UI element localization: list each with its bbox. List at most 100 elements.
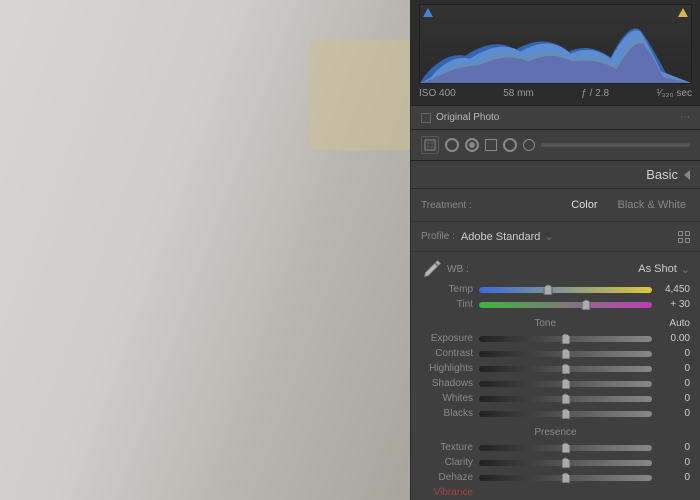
contrast-thumb[interactable] bbox=[561, 348, 570, 359]
shadow-clip-icon[interactable] bbox=[423, 8, 433, 17]
clarity-value[interactable]: 0 bbox=[658, 457, 690, 468]
whites-value[interactable]: 0 bbox=[658, 393, 690, 404]
crop-tool-icon[interactable] bbox=[421, 136, 439, 154]
panel-options-icon[interactable]: ⋯ bbox=[680, 112, 690, 123]
shadows-value[interactable]: 0 bbox=[658, 378, 690, 389]
highlights-value[interactable]: 0 bbox=[658, 363, 690, 374]
profile-row: Profile : Adobe Standard ⌄ bbox=[411, 222, 700, 252]
highlights-thumb[interactable] bbox=[561, 363, 570, 374]
clarity-row: Clarity 0 bbox=[411, 455, 700, 470]
profile-browser-icon[interactable] bbox=[678, 231, 690, 243]
photo-wall-accent bbox=[310, 40, 410, 150]
temp-row: Temp 4,450 bbox=[411, 282, 700, 297]
original-photo-checkbox[interactable] bbox=[421, 113, 431, 123]
wb-label: WB : bbox=[447, 264, 469, 275]
treatment-label: Treatment : bbox=[421, 200, 472, 211]
wb-value[interactable]: As Shot bbox=[638, 263, 677, 275]
exposure-thumb[interactable] bbox=[561, 333, 570, 344]
tint-label: Tint bbox=[421, 299, 473, 310]
meta-aperture: ƒ / 2.8 bbox=[581, 88, 609, 99]
temp-label: Temp bbox=[421, 284, 473, 295]
dehaze-thumb[interactable] bbox=[561, 472, 570, 483]
tint-thumb[interactable] bbox=[582, 299, 591, 310]
shadows-slider[interactable] bbox=[479, 381, 652, 387]
presence-label: Presence bbox=[534, 427, 576, 438]
shadows-thumb[interactable] bbox=[561, 378, 570, 389]
meta-shutter: ¹⁄₃₂₀ sec bbox=[657, 88, 692, 99]
whites-slider[interactable] bbox=[479, 396, 652, 402]
meta-focal: 58 mm bbox=[503, 88, 534, 99]
exposure-label: Exposure bbox=[421, 333, 473, 344]
dehaze-value[interactable]: 0 bbox=[658, 472, 690, 483]
texture-value[interactable]: 0 bbox=[658, 442, 690, 453]
texture-thumb[interactable] bbox=[561, 442, 570, 453]
histogram[interactable] bbox=[419, 4, 692, 84]
tint-row: Tint + 30 bbox=[411, 297, 700, 312]
clarity-label: Clarity bbox=[421, 457, 473, 468]
highlights-slider[interactable] bbox=[479, 366, 652, 372]
metadata-row: ISO 400 58 mm ƒ / 2.8 ¹⁄₃₂₀ sec bbox=[419, 88, 692, 99]
contrast-label: Contrast bbox=[421, 348, 473, 359]
auto-button[interactable]: Auto bbox=[669, 318, 690, 329]
contrast-value[interactable]: 0 bbox=[658, 348, 690, 359]
redeye-tool-icon[interactable] bbox=[465, 138, 479, 152]
profile-dropdown-icon[interactable]: ⌄ bbox=[544, 230, 553, 243]
highlights-row: Highlights 0 bbox=[411, 361, 700, 376]
shadows-row: Shadows 0 bbox=[411, 376, 700, 391]
presence-header: Presence bbox=[411, 421, 700, 440]
blacks-value[interactable]: 0 bbox=[658, 408, 690, 419]
profile-label: Profile : bbox=[421, 231, 455, 242]
basic-title: Basic bbox=[646, 167, 678, 182]
tint-value[interactable]: + 30 bbox=[658, 299, 690, 310]
profile-name[interactable]: Adobe Standard bbox=[461, 231, 541, 243]
whites-row: Whites 0 bbox=[411, 391, 700, 406]
eyedropper-icon[interactable] bbox=[421, 258, 443, 280]
meta-iso: ISO 400 bbox=[419, 88, 456, 99]
original-photo-row: Original Photo ⋯ bbox=[411, 106, 700, 130]
mask-slider[interactable] bbox=[541, 143, 690, 147]
treatment-color[interactable]: Color bbox=[567, 197, 601, 213]
adjust-toolbar bbox=[411, 130, 700, 161]
tone-header: Tone Auto bbox=[411, 312, 700, 331]
tint-slider[interactable] bbox=[479, 302, 652, 308]
photo-preview[interactable] bbox=[0, 0, 410, 500]
dehaze-slider[interactable] bbox=[479, 475, 652, 481]
highlight-clip-icon[interactable] bbox=[678, 8, 688, 17]
temp-value[interactable]: 4,450 bbox=[658, 284, 690, 295]
texture-label: Texture bbox=[421, 442, 473, 453]
vibrance-row: Vibrance bbox=[411, 485, 700, 500]
vibrance-label: Vibrance bbox=[421, 487, 473, 498]
histogram-section: ISO 400 58 mm ƒ / 2.8 ¹⁄₃₂₀ sec bbox=[411, 0, 700, 106]
contrast-slider[interactable] bbox=[479, 351, 652, 357]
grad-filter-icon[interactable] bbox=[485, 139, 497, 151]
texture-row: Texture 0 bbox=[411, 440, 700, 455]
dehaze-row: Dehaze 0 bbox=[411, 470, 700, 485]
wb-section: WB : As Shot ⌄ bbox=[411, 252, 700, 282]
dehaze-label: Dehaze bbox=[421, 472, 473, 483]
temp-thumb[interactable] bbox=[544, 284, 553, 295]
wb-dropdown-icon[interactable]: ⌄ bbox=[681, 263, 690, 276]
exposure-value[interactable]: 0.00 bbox=[658, 333, 690, 344]
original-photo-label: Original Photo bbox=[436, 112, 499, 123]
whites-thumb[interactable] bbox=[561, 393, 570, 404]
radial-filter-icon[interactable] bbox=[503, 138, 517, 152]
develop-panel: ISO 400 58 mm ƒ / 2.8 ¹⁄₃₂₀ sec Original… bbox=[410, 0, 700, 500]
spot-tool-icon[interactable] bbox=[445, 138, 459, 152]
whites-label: Whites bbox=[421, 393, 473, 404]
treatment-row: Treatment : Color Black & White bbox=[411, 189, 700, 222]
blacks-label: Blacks bbox=[421, 408, 473, 419]
disclosure-icon bbox=[684, 170, 690, 180]
exposure-slider[interactable] bbox=[479, 336, 652, 342]
contrast-row: Contrast 0 bbox=[411, 346, 700, 361]
brush-tool-icon[interactable] bbox=[523, 139, 535, 151]
clarity-slider[interactable] bbox=[479, 460, 652, 466]
texture-slider[interactable] bbox=[479, 445, 652, 451]
temp-slider[interactable] bbox=[479, 287, 652, 293]
blacks-row: Blacks 0 bbox=[411, 406, 700, 421]
clarity-thumb[interactable] bbox=[561, 457, 570, 468]
blacks-slider[interactable] bbox=[479, 411, 652, 417]
highlights-label: Highlights bbox=[421, 363, 473, 374]
basic-section-header[interactable]: Basic bbox=[411, 161, 700, 189]
treatment-bw[interactable]: Black & White bbox=[614, 197, 690, 213]
blacks-thumb[interactable] bbox=[561, 408, 570, 419]
